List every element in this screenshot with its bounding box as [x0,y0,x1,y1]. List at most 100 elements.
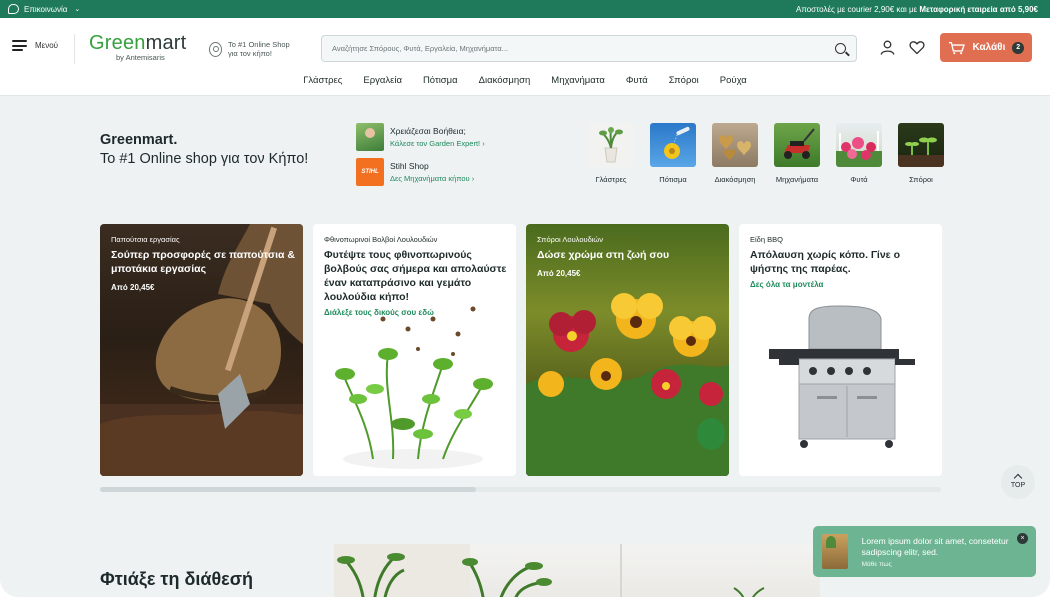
close-icon[interactable]: × [1017,533,1028,544]
nav-item-seeds[interactable]: Σπόροι [669,75,699,86]
flowers-icon [836,123,882,167]
promo-card-bulbs[interactable]: Φθινοπωρινοί Βολβοί Λουλουδιών Φυτέψτε τ… [313,224,516,476]
notification-toast[interactable]: Lorem ipsum dolor sit amet, consetetur s… [813,526,1036,577]
expert-avatar [356,123,384,151]
category-watering[interactable]: Πότισμα [650,123,696,184]
shipping-text: Αποστολές με courier 2,90€ και με [795,4,920,14]
mower-icon [774,123,820,167]
logo-byline: by Antemisaris [116,53,165,62]
toast-message: Lorem ipsum dolor sit amet, consetetur s… [861,535,1009,557]
scroll-top-label: TOP [1010,482,1026,489]
medal-icon [209,41,222,57]
main-nav: Γλάστρες Εργαλεία Πότισμα Διακόσμηση Μηχ… [0,75,1050,86]
search-bar [321,35,857,62]
category-label: Μηχανήματα [775,175,819,184]
menu-label: Μενού [35,41,59,50]
category-seeds[interactable]: Σπόροι [898,123,944,184]
help-link[interactable]: Κάλεσε τον Garden Expert! › [390,139,485,148]
scroll-top-button[interactable]: TOP [1001,465,1035,499]
promo-card-bbq[interactable]: Είδη BBQ Απόλαυση χωρίς κόπο. Γίνε ο ψήσ… [739,224,942,476]
stihl-promo[interactable]: STIHL Stihl Shop Δες Μηχανήματα κήπου › [356,158,474,186]
promo-card-flower-seeds[interactable]: Σπόροι Λουλουδιών Δώσε χρώμα στη ζωή σου… [526,224,729,476]
page-frame: Επικοινωνία ⌄ Αποστολές με courier 2,90€… [0,0,1050,597]
mood-section-title: Φτιάξε τη διάθεσή [100,569,254,589]
nav-item-watering[interactable]: Πότισμα [423,75,458,86]
shipping-bold: Μεταφορική εταιρεία από 5,90€ [919,4,1038,14]
heart-icon[interactable] [909,40,925,55]
category-label: Πότισμα [659,175,687,184]
search-input[interactable] [332,44,835,53]
badge-line2: για τον κήπο! [228,49,272,58]
site-header: Μενού Greenmart by Antemisaris Το #1 Onl… [0,18,1050,96]
help-link-text: Κάλεσε τον Garden Expert! [390,139,481,148]
stihl-logo: STIHL [356,158,384,186]
category-label: Φυτά [850,175,868,184]
shipping-info: Αποστολές με courier 2,90€ και με Μεταφο… [796,5,1038,14]
intro-title: Greenmart. [100,132,178,148]
contact-dropdown[interactable]: Επικοινωνία ⌄ [8,4,80,14]
category-tiles: Γλάστρες Πότισμα Διακόσμηση Μηχανήματα Φ… [588,123,944,184]
category-decoration[interactable]: Διακόσμηση [712,123,758,184]
search-icon[interactable] [835,43,846,54]
nav-item-pots[interactable]: Γλάστρες [303,75,342,86]
toast-thumbnail [822,534,848,569]
cart-label: Καλάθι [972,42,1006,53]
card-headline: Απόλαυση χωρίς κόπο. Γίνε ο ψήστης της π… [750,249,900,275]
chevron-right-icon: › [482,139,485,148]
pot-icon [588,123,634,167]
decoration-icon [712,123,758,167]
card-headline: Σούπερ προσφορές σε παπούτσια & μποτάκια… [111,249,295,275]
nav-item-plants[interactable]: Φυτά [626,75,648,86]
badge-line1: Το #1 Online Shop [228,40,290,49]
chevron-down-icon: ⌄ [74,6,81,13]
category-machines[interactable]: Μηχανήματα [774,123,820,184]
room-plants-image [334,544,820,597]
stihl-link-text: Δες Μηχανήματα κήπου [390,174,470,183]
promo-card-work-shoes[interactable]: Παπούτσια εργασίας Σούπερ προσφορές σε π… [100,224,303,476]
stihl-title: Stihl Shop [390,161,429,171]
card-link[interactable]: Διάλεξε τους δικούς σου εδώ [324,308,434,317]
logo[interactable]: Greenmart by Antemisaris [89,32,186,62]
cart-button[interactable]: Καλάθι 2 [940,33,1032,62]
watering-icon [650,123,696,167]
category-label: Διακόσμηση [714,175,756,184]
card-caption: Φθινοπωρινοί Βολβοί Λουλουδιών [324,235,438,244]
contact-label: Επικοινωνία [24,4,68,14]
top-bar: Επικοινωνία ⌄ Αποστολές με courier 2,90€… [0,0,1050,18]
chevron-right-icon: › [471,174,475,183]
category-pots[interactable]: Γλάστρες [588,123,634,184]
logo-dark: mart [145,32,187,54]
nav-item-decoration[interactable]: Διακόσμηση [479,75,531,86]
cart-icon [948,41,965,54]
stihl-link[interactable]: Δες Μηχανήματα κήπου › [390,174,474,183]
category-label: Σπόροι [909,175,933,184]
help-promo[interactable]: Χρειάζεσαι Βοήθεια; Κάλεσε τον Garden Ex… [356,123,485,151]
nav-item-clothes[interactable]: Ρούχα [720,75,747,86]
card-headline: Φυτέψτε τους φθινοπωρινούς βολβούς σας σ… [324,249,507,303]
nav-item-machines[interactable]: Μηχανήματα [551,75,605,86]
card-link[interactable]: Δες όλα τα μοντέλα [750,280,823,289]
card-caption: Είδη BBQ [750,235,783,244]
scrollbar-thumb[interactable] [100,487,476,492]
header-divider [74,34,75,64]
logo-green: Green [89,32,146,54]
user-icon[interactable] [880,40,895,55]
card-price: Από 20,45€ [111,283,155,292]
category-label: Γλάστρες [595,175,627,184]
cart-count-badge: 2 [1012,41,1024,54]
category-plants[interactable]: Φυτά [836,123,882,184]
intro-title-block: Greenmart. Το #1 Online shop για τον Κήπ… [100,132,308,167]
award-badge: Το #1 Online Shop για τον κήπο! [209,40,290,58]
help-title: Χρειάζεσαι Βοήθεια; [390,126,466,136]
chat-icon [8,4,19,14]
menu-button[interactable]: Μενού [12,40,58,51]
carousel-scrollbar[interactable] [100,487,941,492]
chevron-up-icon [1013,473,1023,483]
card-price: Από 20,45€ [537,269,581,278]
intro-subtitle: Το #1 Online shop για τον Κήπο! [100,151,309,167]
card-caption: Παπούτσια εργασίας [111,235,180,244]
toast-link[interactable]: Μάθε πως [862,561,1027,568]
nav-item-tools[interactable]: Εργαλεία [363,75,402,86]
hamburger-icon [12,40,27,51]
card-caption: Σπόροι Λουλουδιών [537,235,604,244]
